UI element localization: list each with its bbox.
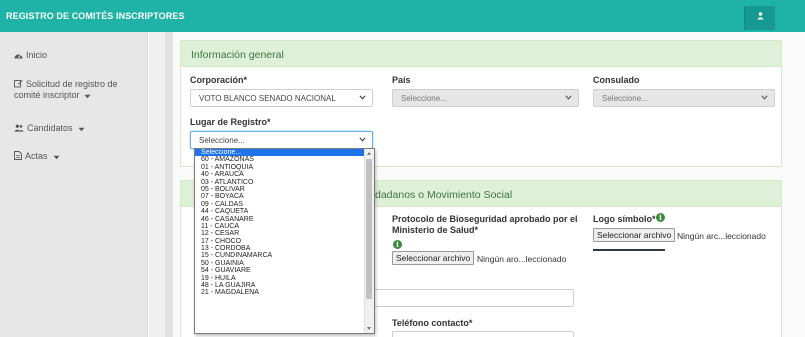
logo-file-button[interactable]: Seleccionar archivo [593, 228, 676, 242]
protocolo-file-button[interactable]: Seleccionar archivo [392, 251, 475, 265]
user-menu-button[interactable] [744, 6, 775, 30]
file-icon [14, 151, 22, 160]
panel-heading: Información general [181, 41, 781, 67]
pais-value: Seleccione... [401, 94, 447, 103]
top-navbar: REGISTRO DE COMITÉS INSCRIPTORES [0, 0, 805, 32]
lugar-registro-select[interactable]: Seleccione... [190, 131, 373, 149]
logo-file-status: Ningún arc...leccionado [677, 231, 766, 241]
dropdown-option[interactable]: 15 - CUNDINAMARCA [195, 252, 374, 259]
sidebar-item-solicitud[interactable]: Solicitud de registro de comité inscript… [14, 79, 118, 101]
consulado-select[interactable]: Seleccione... [593, 89, 775, 107]
info-icon[interactable]: i [656, 213, 665, 222]
telefono-label: Teléfono contacto* [392, 318, 473, 328]
user-icon [757, 12, 764, 22]
dropdown-option[interactable]: 44 - CAQUETA [195, 208, 374, 215]
consulado-value: Seleccione... [602, 94, 648, 103]
dropdown-option[interactable]: 40 - ARAUCA [195, 171, 374, 178]
text-field[interactable] [372, 289, 574, 307]
protocolo-label: Protocolo de Bioseguridad aprobado por e… [392, 214, 578, 236]
sidebar-item-label: Solicitud de registro de [26, 79, 118, 89]
corporacion-label: Corporación* [190, 75, 248, 85]
protocolo-file-status: Ningún aro...leccionado [477, 254, 567, 264]
dropdown-option[interactable]: 13 - CORDOBA [195, 245, 374, 252]
dropdown-option[interactable]: 21 - MAGDALENA [195, 289, 374, 296]
dropdown-option[interactable]: 17 - CHOCO [195, 238, 374, 245]
scroll-down-icon[interactable] [367, 327, 371, 330]
protocolo-label-line2: Ministerio de Salud* [392, 225, 479, 235]
sidebar-item-label-line2: comité inscriptor [14, 90, 80, 100]
page-scrollbar[interactable] [165, 32, 173, 337]
content-gutter [149, 32, 165, 337]
corporacion-select[interactable]: VOTO BLANCO SENADO NACIONAL [190, 89, 373, 107]
sidebar-item-inicio[interactable]: Inicio [14, 50, 47, 60]
caret-down-icon [84, 94, 91, 99]
chevron-down-icon [359, 95, 366, 100]
dropdown-option[interactable]: 11 - CAUCA [195, 223, 374, 230]
dropdown-option[interactable]: 46 - CASANARE [195, 216, 374, 223]
dropdown-option[interactable]: 03 - ATLANTICO [195, 179, 374, 186]
sidebar-item-label: Candidatos [27, 123, 73, 133]
chevron-down-icon [761, 95, 768, 100]
dropdown-option[interactable]: 19 - HUILA [195, 275, 374, 282]
app-title: REGISTRO DE COMITÉS INSCRIPTORES [6, 11, 185, 21]
dropdown-option[interactable]: 12 - CESAR [195, 230, 374, 237]
caret-down-icon [53, 155, 60, 160]
scrollbar-thumb[interactable] [366, 159, 372, 299]
dropdown-option[interactable]: Seleccione... [195, 149, 374, 157]
pais-label: País [392, 75, 411, 85]
dashboard-icon [14, 54, 23, 59]
dropdown-option[interactable]: 05 - BOLIVAR [195, 186, 374, 193]
caret-down-icon [78, 127, 85, 132]
dropdown-option[interactable]: 01 - ANTIOQUIA [195, 164, 374, 171]
lugar-registro-value: Seleccione... [199, 136, 245, 145]
logo-label: Logo símbolo* [593, 214, 656, 224]
sidebar: Inicio Solicitud de registro de comité i… [0, 32, 148, 337]
pais-select[interactable]: Seleccione... [392, 89, 579, 107]
dropdown-scrollbar[interactable] [364, 149, 374, 333]
scroll-up-icon[interactable] [367, 152, 371, 155]
sidebar-item-label: Actas [25, 151, 48, 161]
dropdown-option[interactable]: 50 - GUAINIA [195, 260, 374, 267]
logo-preview-bar [593, 249, 665, 251]
dropdown-option[interactable]: 60 - AMAZONAS [195, 156, 374, 163]
sidebar-item-label: Inicio [26, 50, 48, 60]
chevron-down-icon [359, 137, 366, 142]
consulado-label: Consulado [593, 75, 640, 85]
sidebar-item-candidatos[interactable]: Candidatos [14, 123, 88, 133]
sidebar-item-actas[interactable]: Actas [14, 151, 63, 161]
corporacion-value: VOTO BLANCO SENADO NACIONAL [199, 94, 336, 103]
users-icon [14, 124, 24, 132]
dropdown-option[interactable]: 54 - GUAVIARE [195, 267, 374, 274]
edit-icon [14, 80, 23, 88]
lugar-registro-label: Lugar de Registro* [190, 117, 271, 127]
dropdown-options: Seleccione... 60 - AMAZONAS 01 - ANTIOQUIA… [195, 149, 374, 297]
lugar-registro-dropdown[interactable]: Seleccione... 60 - AMAZONAS 01 - ANTIOQUIA… [194, 148, 375, 334]
chevron-down-icon [565, 95, 572, 100]
telefono-field[interactable] [392, 331, 574, 337]
info-icon[interactable]: i [393, 240, 402, 249]
dropdown-option[interactable]: 09 - CALDAS [195, 201, 374, 208]
dropdown-option[interactable]: 07 - BOYACA [195, 193, 374, 200]
dropdown-option[interactable]: 48 - LA GUAJIRA [195, 282, 374, 289]
protocolo-label-line1: Protocolo de Bioseguridad aprobado por e… [392, 214, 578, 224]
